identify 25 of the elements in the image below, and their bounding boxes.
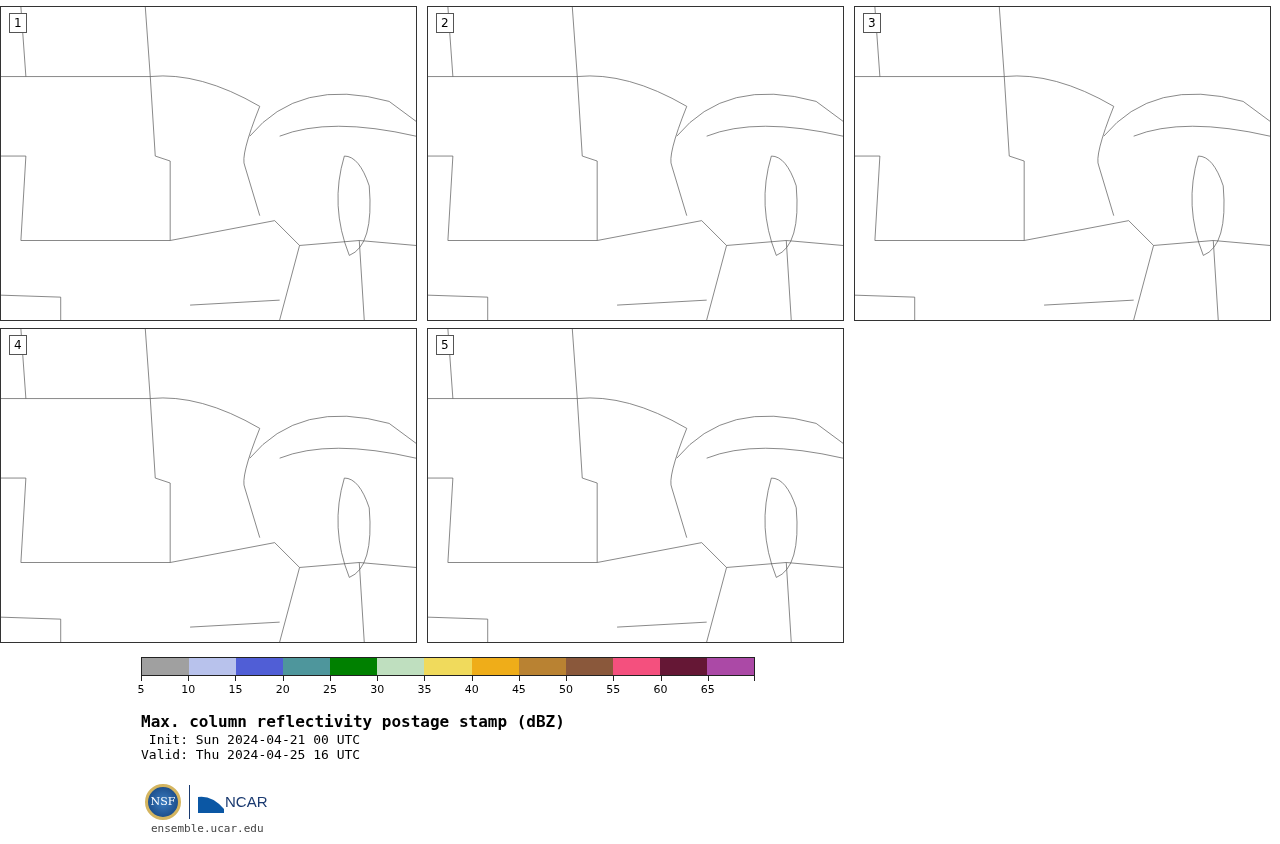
tick-label: 40 (464, 684, 479, 696)
panel-number: 1 (9, 13, 27, 33)
tick-label: 25 (322, 684, 337, 696)
tick-label: 30 (370, 684, 385, 696)
tick-label: 65 (700, 684, 715, 696)
tick-label: 5 (137, 684, 145, 696)
tick-label: 10 (181, 684, 196, 696)
tick-label: 60 (653, 684, 668, 696)
website-url: ensemble.ucar.edu (151, 822, 265, 835)
tick-label: 45 (511, 684, 526, 696)
tick-label: 50 (559, 684, 574, 696)
tick-label: 20 (275, 684, 290, 696)
tick-label: 35 (417, 684, 432, 696)
panel-number: 3 (863, 13, 881, 33)
seal-logo: NSF (145, 784, 181, 820)
ncar-logo-text: NCAR (225, 791, 268, 812)
panel-number: 5 (436, 335, 454, 355)
valid-time-text: Valid: Thu 2024-04-25 16 UTC (141, 747, 362, 762)
panel-number: 2 (436, 13, 454, 33)
chart-title: Max. column reflectivity postage stamp (dBZ) (141, 712, 566, 732)
swoosh-icon (198, 795, 224, 814)
tick-label: 15 (228, 684, 243, 696)
init-time-text: Init: Sun 2024-04-21 00 UTC (147, 732, 362, 747)
panel-number: 4 (9, 335, 27, 355)
tick-label: 55 (606, 684, 621, 696)
